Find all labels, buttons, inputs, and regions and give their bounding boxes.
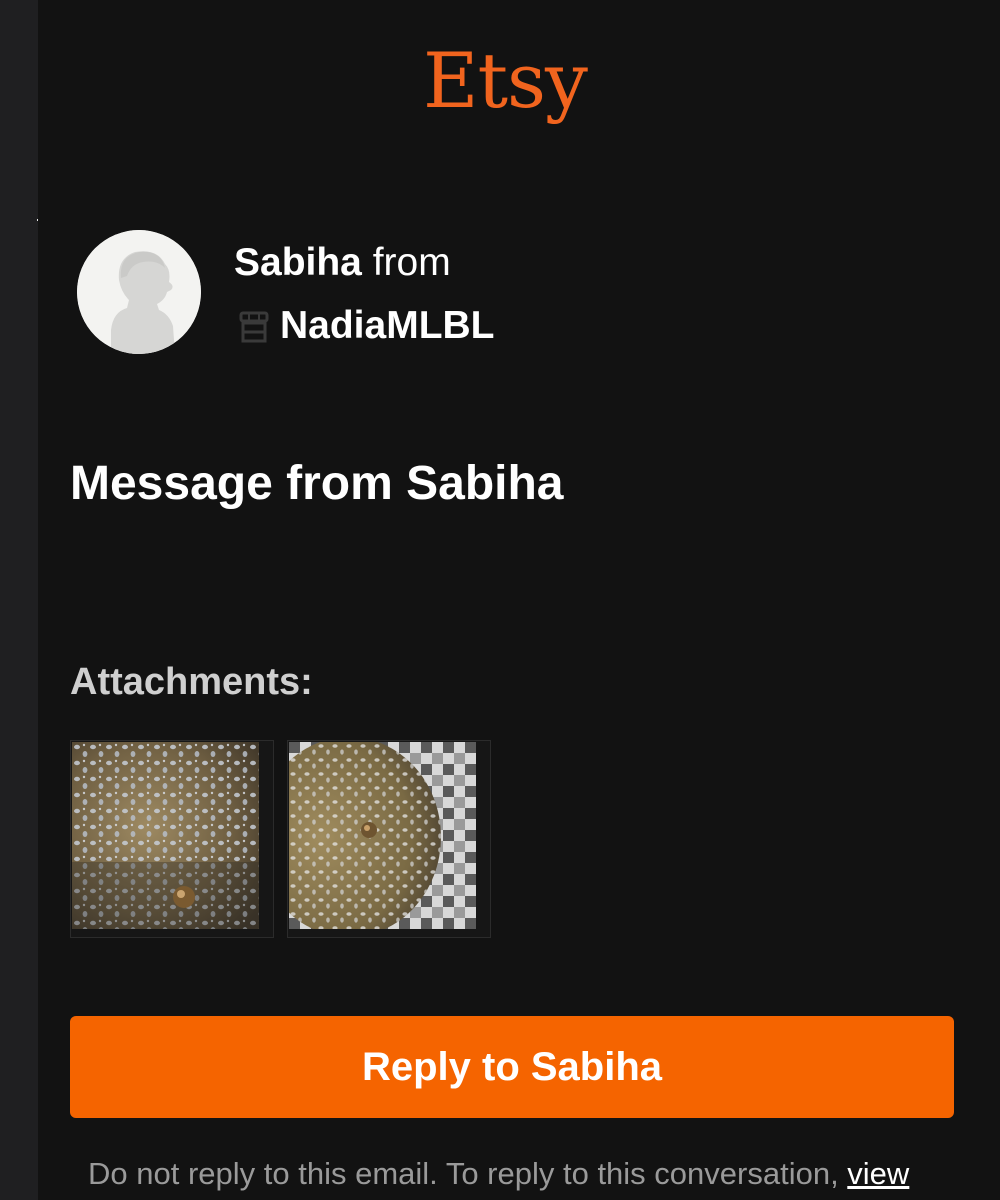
attachment-photo-1[interactable] xyxy=(70,740,274,938)
attachment-photo-2[interactable] xyxy=(287,740,491,938)
reply-button[interactable]: Reply to Sabiha xyxy=(70,1016,954,1118)
sender-line: Sabiha from xyxy=(234,240,451,287)
view-conversation-link[interactable]: view xyxy=(847,1156,909,1191)
shop-storefront-icon xyxy=(238,309,270,343)
default-user-avatar-icon xyxy=(77,230,201,354)
email-body: Etsy Sabiha from NadiaMLBL Message from … xyxy=(38,0,1000,1200)
shop-line[interactable]: NadiaMLBL xyxy=(238,303,495,350)
attachments-label: Attachments: xyxy=(70,661,313,703)
message-heading: Message from Sabiha xyxy=(70,457,564,510)
left-gutter xyxy=(0,0,40,1200)
footer-note-text: Do not reply to this email. To reply to … xyxy=(88,1156,848,1191)
shop-name[interactable]: NadiaMLBL xyxy=(280,303,495,350)
etsy-logo: Etsy xyxy=(423,36,588,125)
footer-note: Do not reply to this email. To reply to … xyxy=(88,1155,968,1192)
sender-from-word: from xyxy=(372,241,451,284)
sender-name: Sabiha xyxy=(234,241,362,284)
